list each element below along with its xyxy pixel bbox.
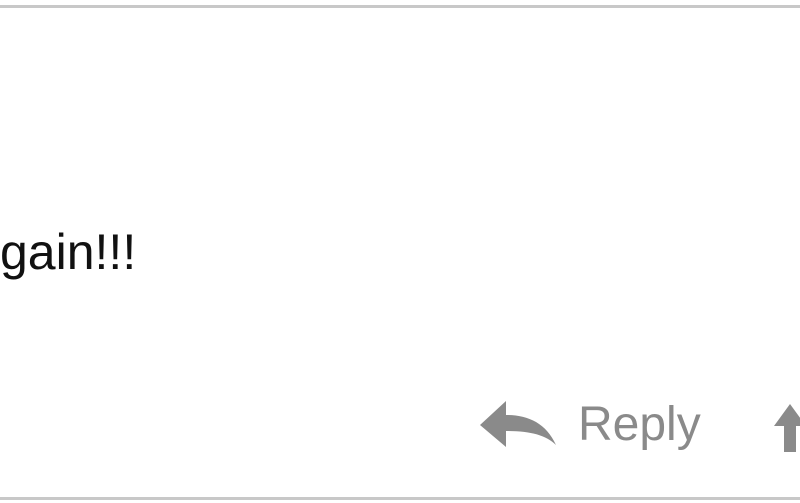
comment-text: gain!!! (0, 224, 137, 280)
reply-arrow-icon (478, 397, 558, 453)
up-arrow-button[interactable] (770, 396, 800, 456)
up-arrow-icon (774, 404, 800, 452)
reply-button[interactable]: Reply (478, 394, 701, 456)
comment-card: gain!!! Reply (0, 0, 800, 503)
comment-actions: Reply (0, 388, 800, 468)
top-divider (0, 5, 800, 8)
bottom-divider (0, 497, 800, 500)
reply-label: Reply (578, 398, 701, 451)
